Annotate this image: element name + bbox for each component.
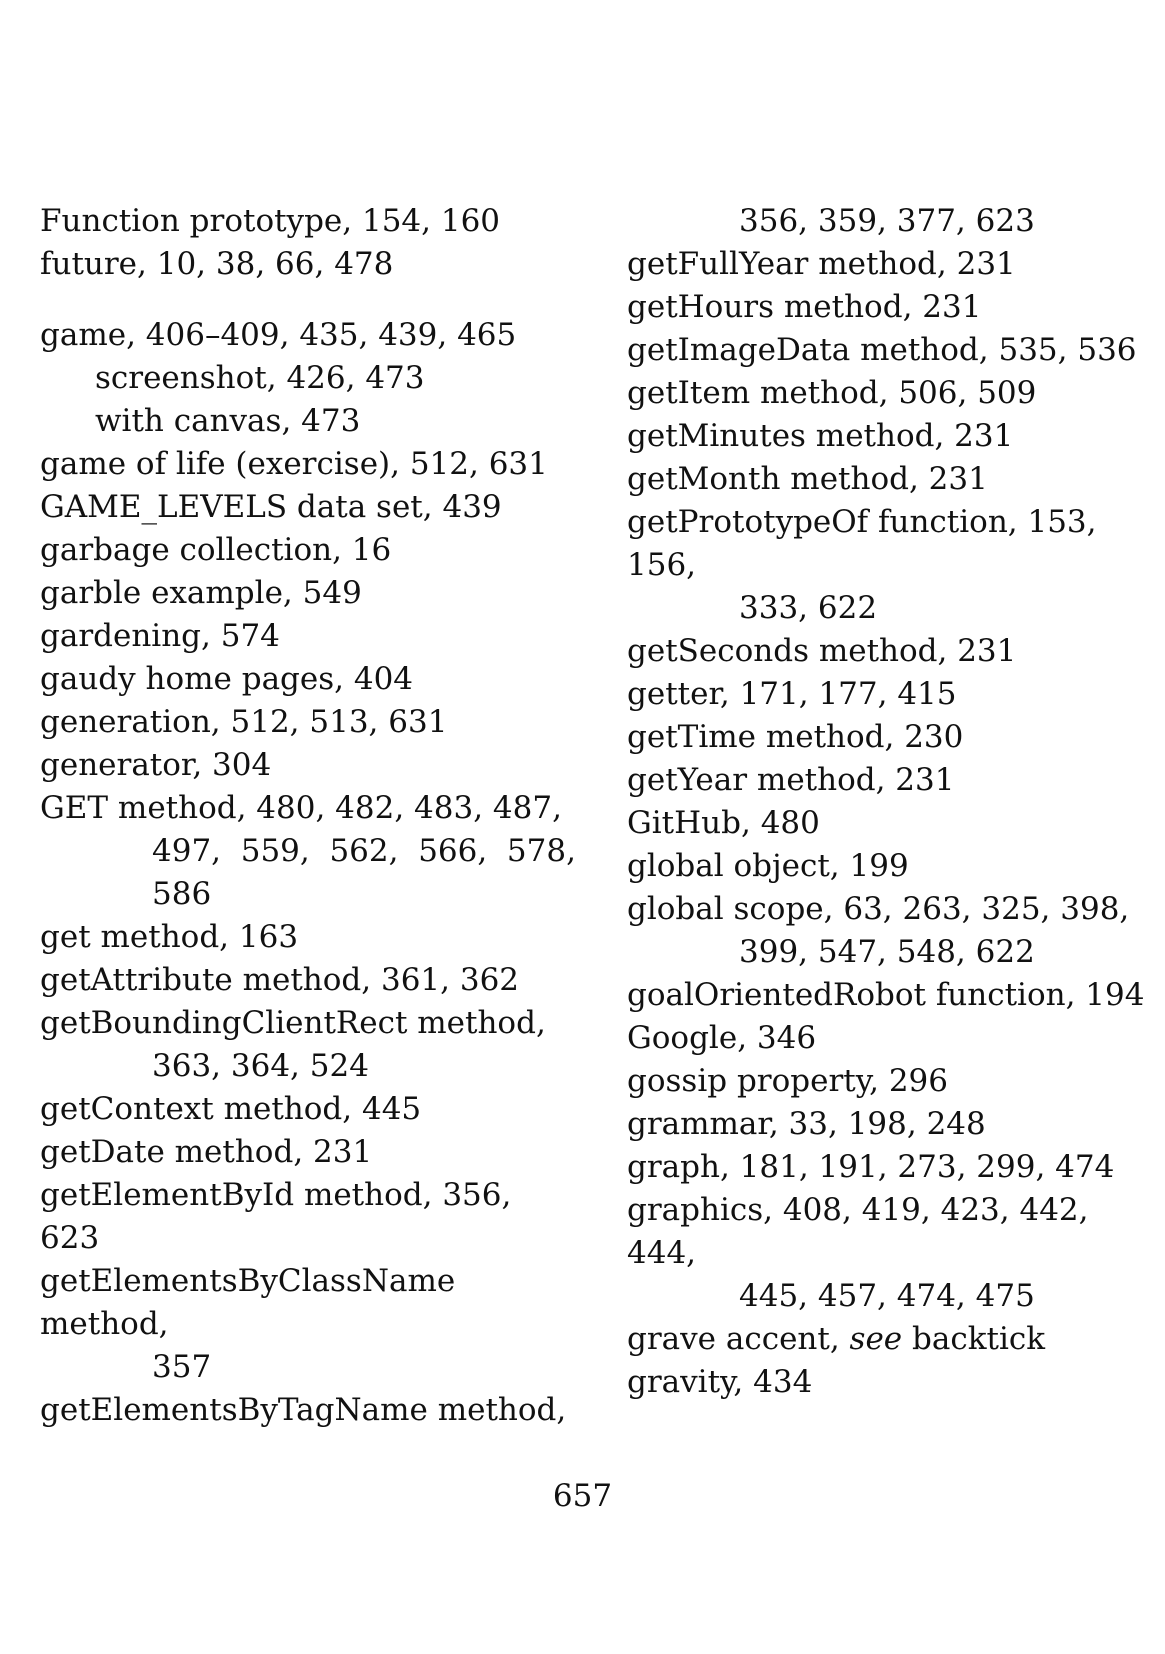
letter-group-gap	[40, 286, 580, 314]
index-entry-see-target: backtick	[902, 1321, 1046, 1357]
index-entry: getDate method, 231	[40, 1134, 373, 1170]
index-entry: getImageData method, 535, 536	[627, 332, 1137, 368]
index-entry: GET method, 480, 482, 483, 487,	[40, 790, 562, 826]
index-entry: getElementsByTagName method,	[40, 1392, 567, 1428]
index-entry: Google, 346	[627, 1020, 817, 1056]
index-entry: global scope, 63, 263, 325, 398,	[627, 891, 1130, 927]
index-entry-continuation: 586	[152, 876, 212, 912]
index-entry: getContext method, 445	[40, 1091, 422, 1127]
index-entry: getPrototypeOf function, 153, 156,	[627, 504, 1107, 583]
index-entry: get method, 163	[40, 919, 299, 955]
index-entry-continuation: 333, 622	[739, 590, 878, 626]
index-entry: getElementsByClassName method,	[40, 1263, 466, 1342]
index-entry: Function prototype, 154, 160	[40, 203, 501, 239]
index-entry: getYear method, 231	[627, 762, 955, 798]
index-entry: getMinutes method, 231	[627, 418, 1014, 454]
index-entry-continuation: 356, 359, 377, 623	[739, 203, 1035, 239]
index-entry: getBoundingClientRect method,	[40, 1005, 546, 1041]
index-entry: garbage collection, 16	[40, 532, 392, 568]
index-entry-continuation: 399, 547, 548, 622	[739, 934, 1035, 970]
index-entry-continuation: 497, 559, 562, 566, 578,	[152, 833, 576, 869]
index-entry: getHours method, 231	[627, 289, 982, 325]
index-entry-see: see	[849, 1321, 903, 1357]
index-subentry: screenshot, 426, 473	[95, 360, 425, 396]
index-entry: global object, 199	[627, 848, 909, 884]
index-entry: gardening, 574	[40, 618, 280, 654]
index-entry-text: grave accent,	[627, 1321, 850, 1357]
index-entry: generator, 304	[40, 747, 272, 783]
index-entry: getSeconds method, 231	[627, 633, 1017, 669]
index-entry: graph, 181, 191, 273, 299, 474	[627, 1149, 1115, 1185]
index-entry: game, 406–409, 435, 439, 465	[40, 317, 517, 353]
index-entry: gossip property, 296	[627, 1063, 949, 1099]
index-entry: gaudy home pages, 404	[40, 661, 414, 697]
index-column-right: 356, 359, 377, 623 getFullYear method, 23…	[627, 200, 1157, 1404]
index-entry: grave accent, see backtick	[627, 1318, 1157, 1361]
index-subentry: with canvas, 473	[95, 403, 361, 439]
page-number: 657	[552, 1478, 613, 1514]
index-entry: getter, 171, 177, 415	[627, 676, 957, 712]
index-entry: getTime method, 230	[627, 719, 964, 755]
index-entry: grammar, 33, 198, 248	[627, 1106, 986, 1142]
index-entry: getAttribute method, 361, 362	[40, 962, 520, 998]
index-entry: future, 10, 38, 66, 478	[40, 246, 394, 282]
index-entry: GitHub, 480	[627, 805, 820, 841]
index-entry-continuation: 357	[152, 1349, 212, 1385]
index-entry: goalOrientedRobot function, 194	[627, 977, 1145, 1013]
index-entry-continuation: 363, 364, 524	[152, 1048, 369, 1084]
index-page: Function prototype, 154, 160 future, 10, …	[0, 0, 1165, 1654]
index-entry-continuation: 445, 457, 474, 475	[739, 1278, 1035, 1314]
index-entry: game of life (exercise), 512, 631	[40, 446, 548, 482]
index-entry: getMonth method, 231	[627, 461, 988, 497]
index-entry: graphics, 408, 419, 423, 442, 444,	[627, 1192, 1099, 1271]
index-column-left: Function prototype, 154, 160 future, 10, …	[40, 200, 580, 1432]
index-entry: generation, 512, 513, 631	[40, 704, 448, 740]
index-entry: getFullYear method, 231	[627, 246, 1016, 282]
index-entry: GAME_LEVELS data set, 439	[40, 489, 502, 525]
index-entry: gravity, 434	[627, 1364, 813, 1400]
index-entry: getItem method, 506, 509	[627, 375, 1037, 411]
index-entry: getElementById method, 356, 623	[40, 1177, 522, 1256]
index-entry: garble example, 549	[40, 575, 362, 611]
